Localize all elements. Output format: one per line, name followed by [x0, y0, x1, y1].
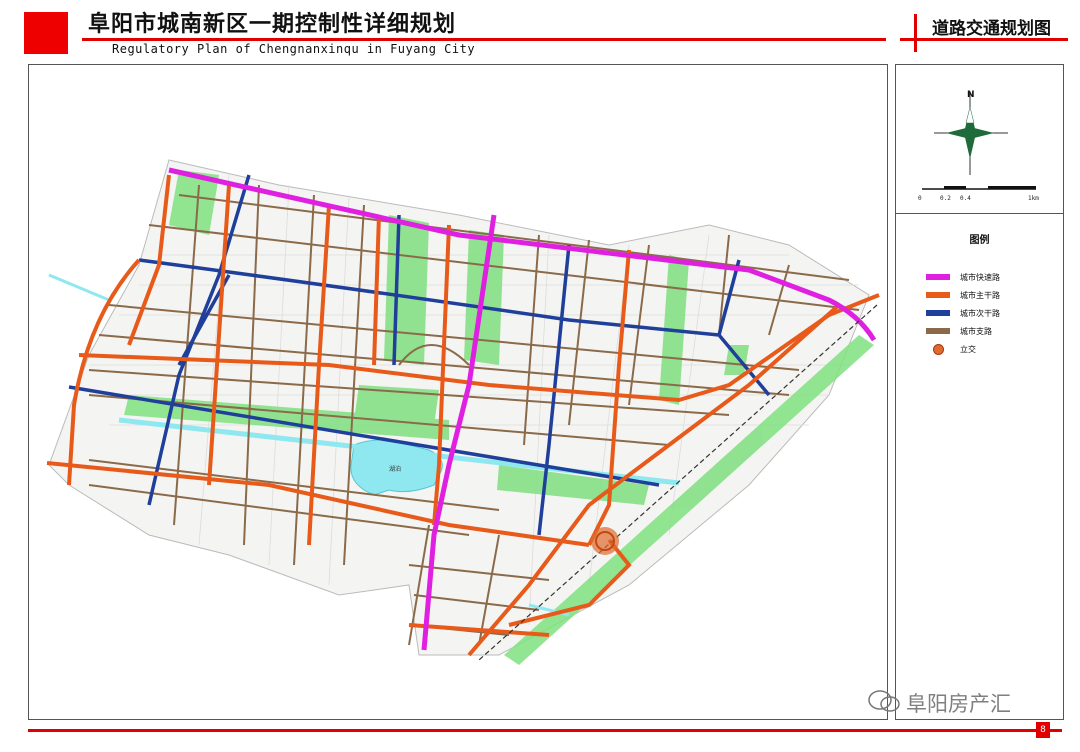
plan-title: 阜阳市城南新区一期控制性详细规划: [88, 12, 457, 37]
header-red-block: [24, 12, 68, 54]
interchange: [591, 527, 619, 555]
legend-item-interchange: 立交: [926, 342, 976, 356]
drawing-title: 道路交通规划图: [932, 19, 1051, 39]
legend-label: 城市支路: [960, 326, 992, 336]
scale-label-0: 0: [918, 195, 922, 202]
legend-swatch-branch: [926, 328, 950, 334]
compass-rose-icon: N: [922, 90, 1036, 190]
header-rule: [82, 38, 886, 41]
legend-label: 城市主干路: [960, 290, 1000, 300]
page-number: 8: [1036, 722, 1050, 738]
legend-swatch-expressway: [926, 274, 950, 280]
legend-item-expressway: 城市快速路: [926, 270, 1000, 284]
plan-title-english: Regulatory Plan of Chengnanxinqu in Fuya…: [112, 42, 476, 56]
legend-label: 城市次干路: [960, 308, 1000, 318]
footer-rule: [28, 729, 1062, 732]
side-panel: N 0 0.2 0.4 1km 图例 城市快速路 城市主干路 城市次干路 城市支…: [895, 64, 1064, 720]
legend-label: 城市快速路: [960, 272, 1000, 282]
legend-item-branch: 城市支路: [926, 324, 992, 338]
road-network-map: 湖泊: [46, 159, 880, 665]
legend-swatch-secondary: [926, 310, 950, 316]
wechat-icon: [868, 690, 900, 712]
watermark-text: 阜阳房产汇: [906, 692, 1011, 716]
legend-swatch-interchange: [926, 343, 950, 355]
scale-label-1: 0.2: [940, 195, 951, 202]
map-panel: 湖泊: [28, 64, 888, 720]
north-label: N: [967, 90, 975, 100]
legend-item-secondary: 城市次干路: [926, 306, 1000, 320]
scale-label-3: 1km: [1028, 195, 1039, 202]
scale-label-2: 0.4: [960, 195, 971, 202]
legend-label: 立交: [960, 344, 976, 354]
legend-item-arterial: 城市主干路: [926, 288, 1000, 302]
legend-swatch-arterial: [926, 292, 950, 298]
compass-area: N 0 0.2 0.4 1km: [896, 65, 1063, 214]
legend-title: 图例: [969, 235, 990, 246]
lake-label: 湖泊: [389, 465, 401, 473]
header-rule-tick: [914, 14, 917, 52]
